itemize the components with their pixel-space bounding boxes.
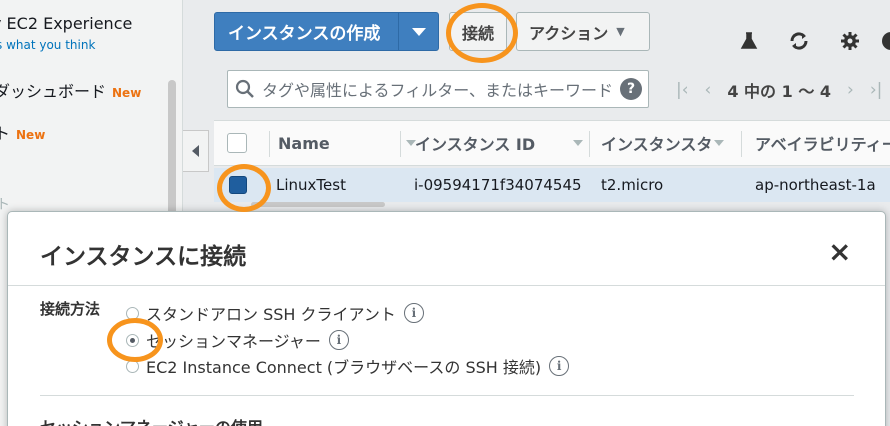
prev-page-icon[interactable]: ‹ (705, 80, 712, 100)
column-az[interactable]: アベイラビリティー (755, 120, 890, 166)
option-instance-connect[interactable]: EC2 Instance Connect (ブラウザベースの SSH 接続) i (126, 354, 570, 378)
option-label: EC2 Instance Connect (ブラウザベースの SSH 接続) (146, 358, 542, 377)
new-badge: New (112, 86, 142, 100)
column-az-label: アベイラビリティー (755, 135, 890, 154)
launch-dropdown-toggle[interactable] (398, 13, 438, 50)
column-separator (741, 131, 742, 157)
close-icon[interactable]: × (828, 238, 851, 266)
connection-method-label: 接続方法 (40, 300, 101, 318)
sidebar-title: y EC2 Experience (0, 14, 133, 33)
flask-icon[interactable] (738, 30, 760, 52)
dialog-title: インスタンスに接続 (40, 244, 247, 270)
sort-icon[interactable] (573, 140, 584, 146)
usage-heading: セッションマネージャーの使用 (40, 414, 263, 426)
cell-instance-type: t2.micro (601, 176, 664, 194)
option-label: セッションマネージャー (146, 332, 321, 351)
feedback-link[interactable]: s what you think (0, 38, 95, 52)
info-icon[interactable]: i (328, 330, 349, 350)
filter-search[interactable]: タグや属性によるフィルター、またはキーワード ? (227, 70, 649, 108)
actions-button[interactable]: アクション ▼ (516, 12, 650, 51)
launch-instance-button[interactable]: インスタンスの作成 (214, 12, 439, 51)
divider (40, 395, 854, 396)
select-all-checkbox[interactable] (227, 133, 247, 153)
column-name-label: Name (278, 133, 330, 153)
caret-down-icon (411, 27, 426, 36)
divider (8, 285, 885, 286)
cell-name: LinuxTest (276, 176, 346, 194)
sidebar-item-label: ダッシュボード (0, 82, 107, 101)
sort-icon[interactable] (714, 140, 725, 146)
annotation-circle (107, 318, 163, 362)
annotation-circle (217, 164, 271, 212)
sidebar-item-dashboard[interactable]: ダッシュボード New (0, 78, 141, 102)
column-name[interactable]: Name (278, 120, 416, 166)
column-instance-id-label: インスタンス ID (415, 135, 536, 154)
sidebar-item-events[interactable]: ト New (0, 120, 45, 144)
column-instance-id[interactable]: インスタンス ID (415, 120, 584, 166)
search-icon (228, 79, 262, 99)
chevron-left-icon (192, 145, 199, 157)
option-ssh-client[interactable]: スタンドアロン SSH クライアント i (126, 301, 424, 325)
cell-az: ap-northeast-1a (755, 176, 876, 194)
info-icon[interactable]: i (549, 356, 570, 376)
search-input[interactable]: タグや属性によるフィルター、またはキーワード (262, 77, 620, 101)
chevron-down-icon: ▼ (616, 25, 625, 38)
actions-label: アクション (529, 23, 609, 43)
launch-instance-label: インスタンスの作成 (228, 24, 381, 44)
table-scrollbar[interactable] (251, 202, 385, 207)
sidebar-item-label: ト (0, 124, 11, 143)
info-icon[interactable]: i (403, 303, 424, 323)
column-instance-type-label: インスタンスタ (601, 135, 713, 154)
column-separator (269, 131, 270, 157)
column-instance-type[interactable]: インスタンスタ (601, 120, 725, 166)
option-label: スタンドアロン SSH クライアント (146, 305, 396, 324)
last-page-icon[interactable]: ›| (870, 80, 883, 100)
column-separator (589, 131, 590, 157)
gear-icon[interactable] (839, 30, 861, 52)
search-help-icon[interactable]: ? (620, 78, 642, 100)
help-icon[interactable] (880, 30, 890, 52)
refresh-icon[interactable] (788, 30, 810, 52)
first-page-icon[interactable]: |‹ (676, 80, 689, 100)
collapse-sidebar-button[interactable] (183, 130, 209, 172)
next-page-icon[interactable]: › (847, 80, 854, 100)
pagination: |‹ ‹ 4 中の 1 〜 4 › ›| (668, 78, 890, 102)
annotation-circle (446, 3, 518, 63)
new-badge: New (16, 128, 46, 142)
page-range: 4 中の 1 〜 4 (727, 82, 832, 101)
cell-instance-id: i-09594171f34074545 (414, 176, 582, 194)
